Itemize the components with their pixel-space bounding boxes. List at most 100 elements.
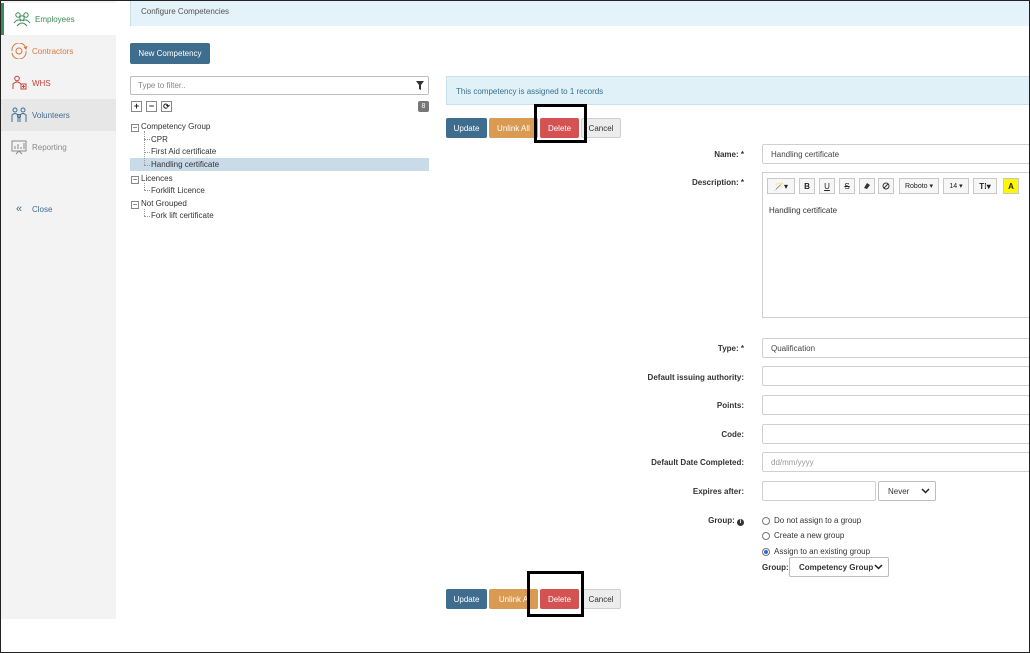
- radio-new-group[interactable]: Create a new group: [762, 531, 844, 540]
- refresh-icon[interactable]: ⟳: [161, 101, 172, 112]
- delete-button-bottom[interactable]: Delete: [540, 589, 579, 609]
- cancel-button[interactable]: Cancel: [581, 118, 621, 138]
- tree-connector: [144, 216, 150, 217]
- radio-label: Create a new group: [774, 531, 845, 540]
- info-alert: This competency is assigned to 1 records: [446, 76, 1030, 105]
- sidebar-item-label: Employees: [35, 14, 75, 24]
- group-label-text: Group:: [708, 516, 735, 525]
- group-select-label: Group:: [762, 563, 789, 572]
- sidebar: Employees Contractors WHS Volunteers Rep…: [1, 1, 116, 619]
- magic-wand-icon[interactable]: 🪄▾: [767, 178, 795, 194]
- highlight-color-button[interactable]: A: [1003, 178, 1019, 194]
- font-size-dropdown[interactable]: 14 ▾: [943, 178, 969, 194]
- tree-group-competency[interactable]: − Competency Group: [131, 122, 210, 132]
- count-badge: 8: [418, 101, 429, 112]
- double-chevron-left-icon: «: [15, 203, 23, 215]
- radio-label: Do not assign to a group: [774, 516, 862, 525]
- cancel-button-bottom[interactable]: Cancel: [581, 589, 621, 609]
- radio-button-selected[interactable]: [762, 547, 770, 556]
- volunteers-icon: [8, 106, 30, 124]
- sidebar-item-volunteers[interactable]: Volunteers: [1, 99, 116, 131]
- eraser-icon[interactable]: [859, 178, 875, 194]
- tree-item[interactable]: Fork lift certificate: [151, 211, 214, 220]
- date-completed-input[interactable]: dd/mm/yyyy: [762, 452, 1030, 472]
- collapse-toggle-icon[interactable]: −: [131, 201, 139, 209]
- radio-label: Assign to an existing group: [774, 547, 871, 556]
- page-header: Configure Competencies: [130, 1, 1029, 26]
- sidebar-item-contractors[interactable]: Contractors: [1, 35, 116, 67]
- tree-connector: [144, 190, 150, 191]
- points-input[interactable]: [762, 395, 1030, 415]
- filter-input[interactable]: [131, 77, 401, 94]
- whs-icon: [8, 74, 30, 92]
- issuing-authority-label: Default issuing authority:: [647, 373, 744, 382]
- collapse-all-button[interactable]: −: [146, 101, 157, 112]
- contractors-icon: [8, 42, 30, 60]
- delete-button[interactable]: Delete: [540, 118, 579, 138]
- info-icon[interactable]: i: [737, 519, 744, 526]
- page-title: Configure Competencies: [141, 7, 230, 16]
- type-select[interactable]: Qualification: [762, 338, 1030, 358]
- font-family-dropdown[interactable]: Roboto ▾: [899, 178, 939, 194]
- tree-connector: [144, 131, 145, 165]
- radio-existing-group[interactable]: Assign to an existing group: [762, 547, 870, 556]
- underline-button[interactable]: U: [819, 178, 835, 194]
- tree-connector: [144, 165, 150, 166]
- issuing-authority-input[interactable]: [762, 366, 1030, 386]
- expires-after-input[interactable]: [762, 481, 876, 501]
- name-input[interactable]: Handling certificate: [762, 144, 1030, 164]
- tree-item[interactable]: Forklift Licence: [151, 186, 205, 195]
- unlink-all-button[interactable]: Unlink All: [489, 118, 538, 138]
- filter-icon[interactable]: [416, 81, 424, 92]
- description-content[interactable]: Handling certificate: [769, 206, 837, 215]
- date-completed-label: Default Date Completed:: [651, 458, 744, 467]
- sidebar-item-label: Contractors: [32, 46, 74, 56]
- bold-button[interactable]: B: [799, 178, 815, 194]
- expires-unit-select[interactable]: Never: [878, 481, 936, 501]
- description-editor[interactable]: 🪄▾ B U S Roboto ▾ 14 ▾ T⁞▾ A Handling ce…: [762, 172, 1030, 318]
- tree-connector: [144, 209, 145, 216]
- update-button-bottom[interactable]: Update: [446, 589, 487, 609]
- code-input[interactable]: [762, 424, 1030, 444]
- clear-format-icon[interactable]: [878, 178, 894, 194]
- sidebar-item-whs[interactable]: WHS: [1, 67, 116, 99]
- employees-icon: [11, 10, 33, 28]
- collapse-toggle-icon[interactable]: −: [131, 176, 139, 184]
- chevron-down-icon: [921, 486, 930, 497]
- reporting-icon: [8, 138, 30, 156]
- tree-group-label: Not Grouped: [141, 199, 187, 208]
- expand-all-button[interactable]: +: [131, 101, 142, 112]
- new-competency-button[interactable]: New Competency: [130, 43, 210, 64]
- tree-item-selected[interactable]: Handling certificate: [151, 160, 219, 169]
- update-button[interactable]: Update: [446, 118, 487, 138]
- expires-unit-value: Never: [888, 486, 910, 496]
- group-select[interactable]: Competency Group: [789, 557, 889, 577]
- tree-item[interactable]: First Aid certificate: [151, 147, 216, 156]
- tree-connector: [144, 139, 150, 140]
- sidebar-close-label: Close: [32, 204, 53, 214]
- tree-group-not-grouped[interactable]: − Not Grouped: [131, 199, 187, 209]
- name-label: Name: *: [714, 150, 744, 159]
- tree-group-label: Licences: [141, 174, 173, 183]
- tree-item[interactable]: CPR: [151, 135, 168, 144]
- tree-connector: [144, 183, 145, 190]
- filter-box: [130, 76, 429, 95]
- tree-group-label: Competency Group: [141, 122, 211, 131]
- group-select-value: Competency Group: [799, 562, 874, 572]
- description-label: Description: *: [691, 178, 744, 187]
- strikethrough-button[interactable]: S: [839, 178, 855, 194]
- info-message: This competency is assigned to 1 records: [456, 87, 604, 96]
- tree-group-licences[interactable]: − Licences: [131, 174, 173, 184]
- collapse-toggle-icon[interactable]: −: [131, 124, 139, 132]
- text-size-dropdown[interactable]: T⁞▾: [973, 178, 997, 194]
- sidebar-item-employees[interactable]: Employees: [1, 3, 116, 35]
- sidebar-item-label: Reporting: [32, 142, 67, 152]
- unlink-all-button-bottom[interactable]: Unlink A: [489, 589, 538, 609]
- code-label: Code:: [721, 430, 744, 439]
- radio-button[interactable]: [762, 516, 770, 525]
- sidebar-item-reporting[interactable]: Reporting: [1, 131, 116, 163]
- sidebar-close-button[interactable]: « Close: [1, 193, 116, 225]
- radio-button[interactable]: [762, 531, 770, 540]
- group-label: Group: i: [600, 516, 744, 526]
- radio-no-group[interactable]: Do not assign to a group: [762, 516, 861, 525]
